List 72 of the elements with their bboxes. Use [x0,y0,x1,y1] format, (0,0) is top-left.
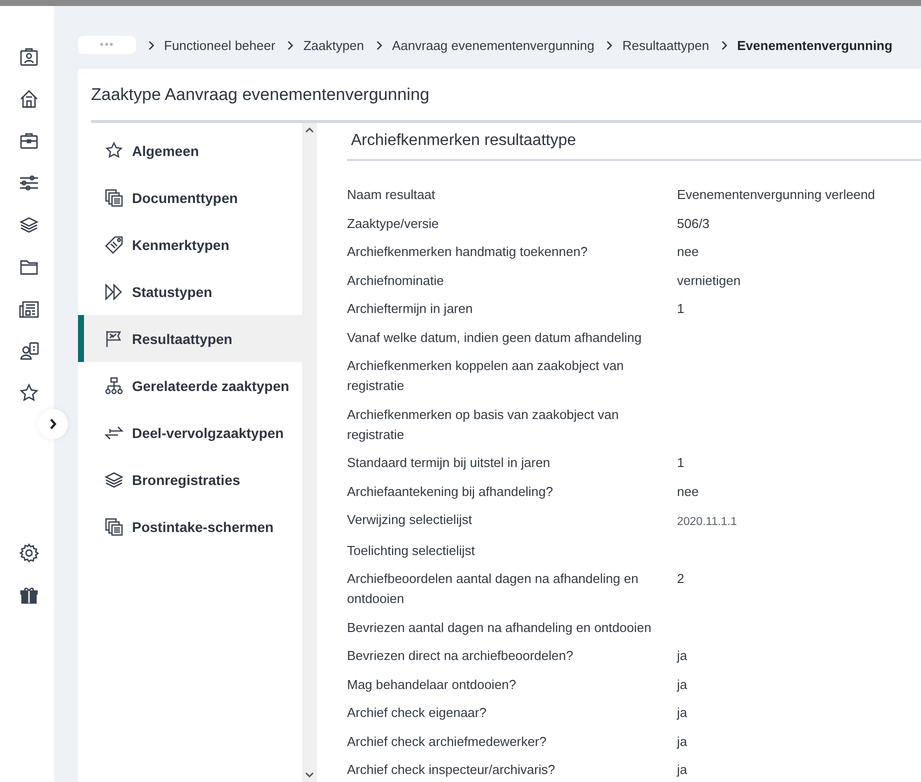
field-label: Archiefkenmerken koppelen aan zaakobject van registratie [347,357,625,395]
field-label: Archiefkenmerken op basis van zaakobject van registratie [347,406,620,444]
menu-item[interactable]: Algemeen [78,127,302,174]
menu-item[interactable]: Kenmerktypen [78,221,302,268]
breadcrumb-link[interactable]: Aanvraag evenementenvergunning [392,38,594,52]
menu-item[interactable]: Documenttypen [78,174,302,221]
layers-icon [104,470,124,490]
current-breadcrumb[interactable]: Evenementenvergunning [737,38,892,52]
field-value: 2020.11.1.1 [677,515,737,530]
menu-item[interactable]: Resultaattypen [78,315,302,362]
field-label: Verwijzing selectielijst [347,511,473,529]
menu-item[interactable]: Statustypen [78,268,302,315]
field-value: nee [677,243,699,261]
tag-icon [104,234,124,254]
chevron-icon [606,40,614,50]
field-label: Archief check eigenaar? [347,704,488,722]
breadcrumb-link[interactable]: Functioneel beheer [164,38,276,52]
field-label: Standaard termijn bij uitstel in jaren [347,454,552,472]
field-value: vernietigen [677,272,741,290]
chevron-icon [49,418,57,430]
scroll-down-icon[interactable] [305,772,314,778]
field-value: ja [677,704,688,722]
field-label: Naam resultaat [347,186,436,204]
field-value: Evenementenvergunning verleend [677,186,876,204]
field-label: Bevriezen direct na archiefbeoordelen? [347,647,574,665]
field-label: Archiefbeoordelen aantal dagen na afhandeling en ontdooien [347,570,640,608]
settings-icon[interactable] [18,542,40,564]
hierarchy-icon [104,376,124,396]
field-label: Archiefnominatie [347,272,445,290]
chevron-icon [287,40,294,50]
field-label: Archiefaantekening bij afhandeling? [347,482,554,501]
field-label: Zaaktype/versie [347,214,440,233]
chevron-icon [721,40,728,50]
field-label: Mag behandelaar ontdooien? [347,676,518,694]
breadcrumb-link[interactable]: Resultaattypen [622,38,710,52]
page-title: Zaaktype Aanvraag evenementenvergunning [90,84,430,106]
field-label: Archieftermijn in jaren [347,300,474,318]
menu-item[interactable]: Deel-vervolgzaaktypen [78,409,302,456]
star-icon[interactable] [18,382,40,404]
chevron-icon [376,40,384,50]
field-value: ja [677,732,688,751]
field-value: 1 [677,454,684,472]
documents-icon [104,188,124,208]
expand-button[interactable] [38,409,68,439]
field-value: nee [677,482,699,500]
house-icon[interactable] [18,88,40,110]
documents-icon [104,516,124,536]
field-label: Archief check archiefmedewerker? [347,732,548,750]
breadcrumb-link[interactable]: Zaaktypen [303,38,364,52]
menu-item[interactable]: Bronregistraties [78,456,302,503]
scrollbar[interactable] [302,123,317,782]
field-label: Bevriezen aantal dagen na afhandeling en ontdooien [347,618,652,637]
field-value: ja [677,676,688,694]
field-value: 506/3 [677,214,710,232]
contacts-icon[interactable] [18,340,40,362]
field-value: ja [677,647,688,665]
flag-icon [104,328,124,348]
field-value: 1 [677,300,684,318]
section-title: Archiefkenmerken resultaattype [350,131,577,150]
menu-item[interactable]: Gerelateerde zaaktypen [78,362,302,409]
star-icon [104,140,124,160]
field-value: ja [677,761,688,779]
double-play-icon [104,282,124,302]
id-badge-icon[interactable] [18,46,40,68]
scroll-up-icon[interactable] [305,127,314,133]
field-label: Toelichting selectielijst [347,542,476,560]
field-value: 2 [677,570,684,588]
field-label: Vanaf welke datum, indien geen datum afhandeling [347,328,643,347]
field-label: Archief check inspecteur/archivaris? [347,761,556,779]
chevron-icon [148,40,155,50]
field-label: Archiefkenmerken handmatig toekennen? [347,243,589,261]
menu-item[interactable]: Postintake-schermen [78,503,302,550]
